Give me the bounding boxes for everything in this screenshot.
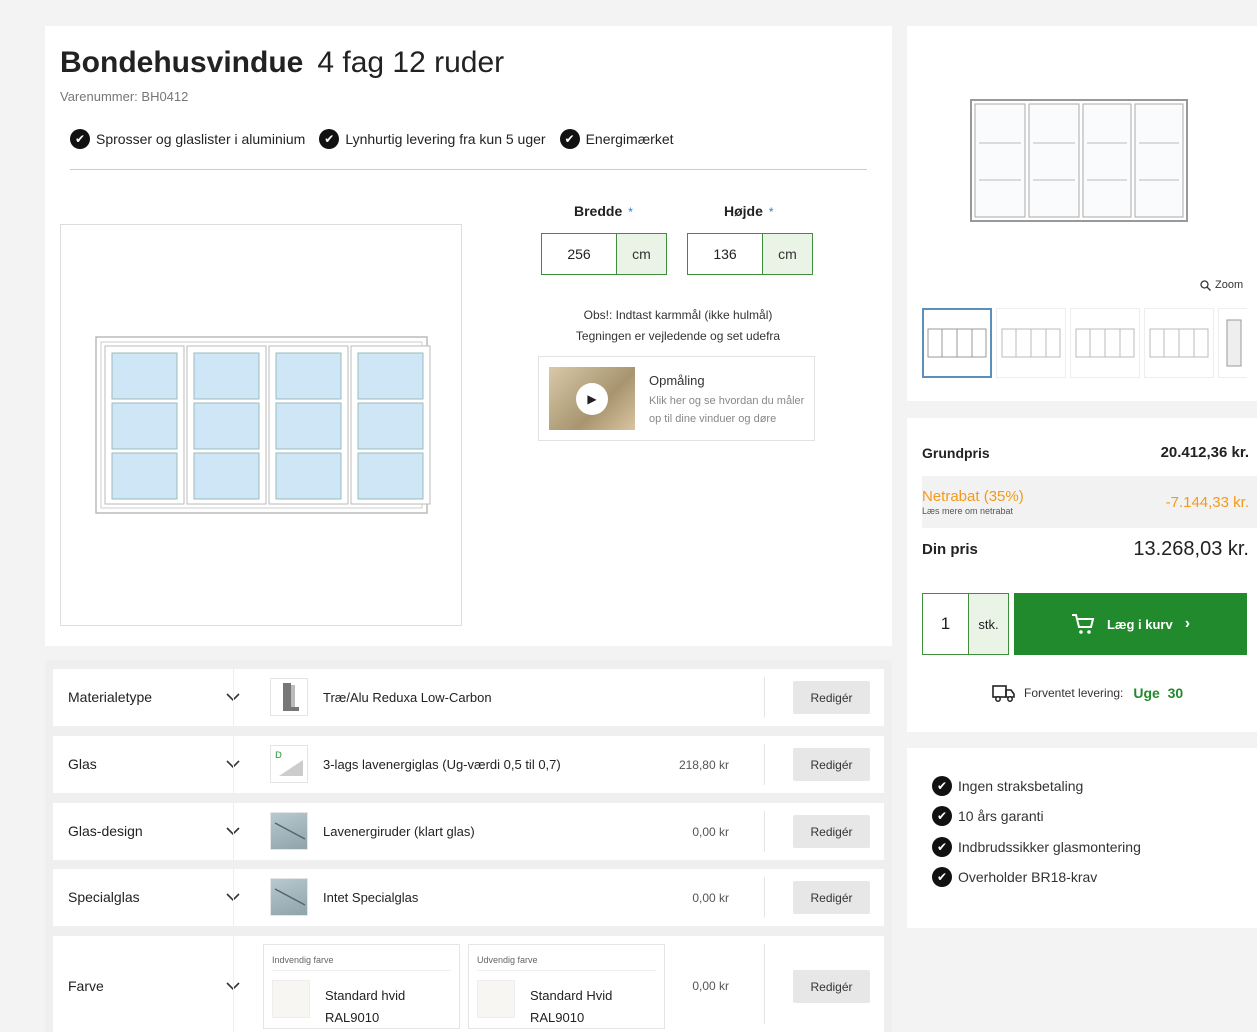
window-pane: [111, 402, 178, 450]
window-pane: [193, 452, 260, 500]
width-unit: cm: [616, 234, 666, 274]
measure-note: Obs!: Indtast karmmål (ikke hulmål): [583, 308, 773, 322]
option-row-glass-design[interactable]: Glas-design Lavenergiruder (klart glas) …: [53, 803, 884, 860]
product-variant: 4 fag 12 ruder: [317, 46, 505, 79]
video-title: Opmåling: [649, 373, 705, 388]
edit-special-glass-button[interactable]: Redigér: [793, 881, 870, 914]
window-pane: [111, 452, 178, 500]
usp-card: ✔ Ingen straksbetaling ✔ 10 års garanti ✔ I…: [907, 748, 1257, 928]
check-icon: ✔: [932, 776, 952, 796]
chevron-right-icon: ›: [1184, 615, 1191, 632]
thumbnail[interactable]: [996, 308, 1066, 378]
usp-item: ✔ Indbrudssikker glasmontering: [932, 837, 1141, 857]
usp-item: ✔ Overholder BR18-krav: [932, 867, 1097, 887]
glass-thumbnail: D: [270, 745, 308, 783]
feature-item: ✔ Energimærket: [559, 129, 674, 149]
gallery-card: Zoom: [907, 26, 1257, 401]
thumbnail[interactable]: [922, 308, 992, 378]
material-thumbnail: [270, 678, 308, 716]
product-title: Bondehusvindue 4 fag 12 ruder: [60, 46, 504, 80]
feature-item: ✔ Sprosser og glaslister i aluminium: [70, 129, 305, 149]
thumbnail[interactable]: [1218, 308, 1247, 378]
width-input[interactable]: 256 cm: [541, 233, 667, 275]
price-card: Grundpris 20.412,36 kr. Netrabat (35%) Læ…: [907, 418, 1257, 732]
outside-color-swatch: [477, 980, 515, 1018]
feature-item: ✔ Lynhurtig levering fra kun 5 uger: [319, 129, 546, 149]
glass-design-thumbnail: [270, 812, 308, 850]
search-icon: [1200, 279, 1211, 291]
divider: [70, 169, 867, 170]
thumbnail[interactable]: [1144, 308, 1214, 378]
inside-color[interactable]: Indvendig farve Standard hvid RAL9010: [263, 944, 460, 1029]
thumbnail-strip: [922, 308, 1247, 380]
window-drawing: [60, 224, 462, 626]
quantity-input[interactable]: 1 stk.: [922, 593, 1009, 655]
configurator-options: Materialetype Træ/Alu Reduxa Low-Carbon …: [45, 660, 892, 1032]
check-icon: ✔: [559, 129, 580, 149]
drawing-note: Tegningen er vejledende og set udefra: [575, 329, 781, 343]
add-to-cart-button[interactable]: Læg i kurv ›: [1014, 593, 1247, 655]
product-card: Bondehusvindue 4 fag 12 ruder Varenummer:…: [45, 26, 892, 646]
window-pane: [357, 402, 424, 450]
video-description: Klik her og se hvordan du måler op til d…: [649, 395, 805, 425]
window-pane: [193, 352, 260, 400]
option-row-glass[interactable]: Glas D 3-lags lavenergiglas (Ug-værdi 0,…: [53, 736, 884, 793]
outside-color[interactable]: Udvendig farve Standard Hvid RAL9010: [468, 944, 665, 1029]
edit-glass-design-button[interactable]: Redigér: [793, 815, 870, 848]
height-input[interactable]: 136 cm: [687, 233, 813, 275]
video-thumbnail[interactable]: ▶: [549, 367, 635, 430]
truck-icon: [992, 685, 1015, 702]
svg-text:D: D: [275, 751, 282, 761]
option-row-special-glass[interactable]: Specialglas Intet Specialglas 0,00 kr Re…: [53, 869, 884, 926]
height-label: Højde *: [724, 203, 774, 219]
feature-list: ✔ Sprosser og glaslister i aluminium ✔ Lyn…: [70, 129, 674, 149]
product-name: Bondehusvindue: [60, 46, 304, 79]
check-icon: ✔: [932, 806, 952, 826]
measuring-video[interactable]: ▶ Opmåling Klik her og se hvordan du mål…: [538, 356, 815, 441]
delivery-info: Forventet levering: Uge 30: [992, 683, 1183, 703]
width-value[interactable]: 256: [542, 234, 616, 274]
window-pane: [275, 452, 342, 500]
window-pane: [357, 452, 424, 500]
edit-color-button[interactable]: Redigér: [793, 970, 870, 1003]
check-icon: ✔: [70, 129, 90, 149]
usp-item: ✔ Ingen straksbetaling: [932, 776, 1083, 796]
usp-item: ✔ 10 års garanti: [932, 806, 1044, 826]
inside-color-swatch: [272, 980, 310, 1018]
height-value[interactable]: 136: [688, 234, 762, 274]
check-icon: ✔: [319, 129, 340, 149]
height-unit: cm: [762, 234, 812, 274]
special-glass-thumbnail: [270, 878, 308, 916]
window-pane: [357, 352, 424, 400]
check-icon: ✔: [932, 867, 952, 887]
window-pane: [275, 402, 342, 450]
play-icon[interactable]: ▶: [576, 383, 608, 415]
option-row-material[interactable]: Materialetype Træ/Alu Reduxa Low-Carbon …: [53, 669, 884, 726]
discount-info-link[interactable]: Læs mere om netrabat: [922, 506, 1024, 516]
cart-icon: [1071, 614, 1095, 634]
base-price-row: Grundpris 20.412,36 kr.: [922, 444, 1249, 461]
zoom-button[interactable]: Zoom: [1200, 279, 1243, 291]
thumbnail[interactable]: [1070, 308, 1140, 378]
window-pane: [275, 352, 342, 400]
window-pane: [193, 402, 260, 450]
check-icon: ✔: [932, 837, 952, 857]
window-drawing-svg: [95, 336, 431, 514]
sku-label: Varenummer: BH0412: [60, 89, 189, 104]
window-pane: [111, 352, 178, 400]
option-row-color[interactable]: Farve Indvendig farve Standard hvid RAL9…: [53, 936, 884, 1032]
product-image[interactable]: [969, 98, 1189, 223]
edit-glass-button[interactable]: Redigér: [793, 748, 870, 781]
edit-material-button[interactable]: Redigér: [793, 681, 870, 714]
width-label: Bredde *: [574, 203, 633, 219]
your-price-row: Din pris 13.268,03 kr.: [922, 538, 1249, 560]
discount-row: Netrabat (35%) Læs mere om netrabat -7.14…: [922, 476, 1257, 528]
